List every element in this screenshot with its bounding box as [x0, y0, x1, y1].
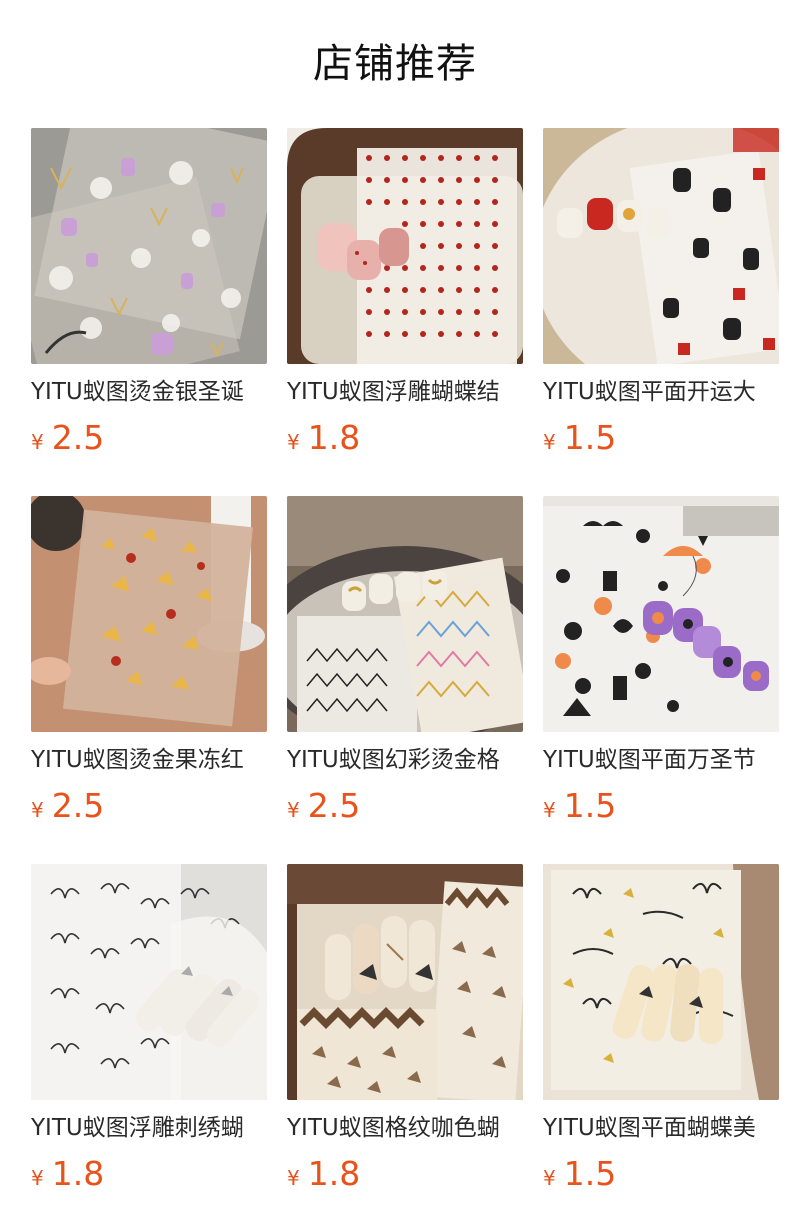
price-value: 2.5 — [307, 786, 361, 825]
product-name[interactable]: YITU蚁图烫金果冻红 — [31, 744, 267, 776]
product-name[interactable]: YITU蚁图浮雕蝴蝶结 — [287, 376, 523, 408]
currency-symbol: ¥ — [287, 1166, 300, 1190]
product-name[interactable]: YITU蚁图烫金银圣诞 — [31, 376, 267, 408]
price-value: 2.5 — [51, 418, 105, 457]
flat-butterfly-sticker-photo[interactable] — [543, 864, 779, 1100]
halloween-sticker-photo[interactable] — [543, 496, 779, 732]
embroidered-butterfly-sticker-photo[interactable] — [31, 864, 267, 1100]
currency-symbol: ¥ — [31, 798, 44, 822]
currency-symbol: ¥ — [31, 1166, 44, 1190]
product-card[interactable]: YITU蚁图烫金果冻红 ¥2.5 — [31, 496, 267, 825]
section-title: 店铺推荐 — [313, 41, 477, 87]
product-price: ¥2.5 — [31, 416, 104, 460]
product-price: ¥1.5 — [543, 1152, 616, 1196]
product-card[interactable]: YITU蚁图浮雕刺绣蝴 ¥1.8 — [31, 864, 267, 1193]
currency-symbol: ¥ — [31, 430, 44, 454]
product-card[interactable]: YITU蚁图平面万圣节 ¥1.5 — [543, 496, 779, 825]
product-price: ¥2.5 — [287, 784, 360, 828]
currency-symbol: ¥ — [543, 430, 556, 454]
currency-symbol: ¥ — [543, 798, 556, 822]
product-name[interactable]: YITU蚁图格纹咖色蝴 — [287, 1112, 523, 1144]
brown-plaid-butterfly-sticker-photo[interactable] — [287, 864, 523, 1100]
product-card[interactable]: YITU蚁图格纹咖色蝴 ¥1.8 — [287, 864, 523, 1193]
product-price: ¥1.5 — [543, 416, 616, 460]
currency-symbol: ¥ — [287, 430, 300, 454]
currency-symbol: ¥ — [287, 798, 300, 822]
price-value: 1.5 — [563, 786, 617, 825]
lucky-cartoon-sticker-photo[interactable] — [543, 128, 779, 364]
price-value: 2.5 — [51, 786, 105, 825]
product-card[interactable]: YITU蚁图浮雕蝴蝶结 ¥1.8 — [287, 128, 523, 457]
iridescent-grid-sticker-photo[interactable] — [287, 496, 523, 732]
product-price: ¥1.8 — [31, 1152, 104, 1196]
product-card[interactable]: YITU蚁图平面开运大 ¥1.5 — [543, 128, 779, 457]
red-bow-sticker-photo[interactable] — [287, 128, 523, 364]
product-price: ¥1.8 — [287, 1152, 360, 1196]
price-value: 1.5 — [563, 418, 617, 457]
christmas-sticker-photo[interactable] — [31, 128, 267, 364]
currency-symbol: ¥ — [543, 1166, 556, 1190]
price-value: 1.8 — [307, 1154, 361, 1193]
price-value: 1.8 — [307, 418, 361, 457]
product-name[interactable]: YITU蚁图平面蝴蝶美 — [543, 1112, 779, 1144]
product-grid: YITU蚁图烫金银圣诞 ¥2.5 YITU蚁图浮雕蝴蝶结 ¥ 1.8 YITU蚁… — [31, 128, 779, 1193]
product-price: ¥1.8 — [287, 416, 360, 460]
product-price: ¥1.5 — [543, 784, 616, 828]
product-name[interactable]: YITU蚁图浮雕刺绣蝴 — [31, 1112, 267, 1144]
product-price: ¥2.5 — [31, 784, 104, 828]
product-name[interactable]: YITU蚁图幻彩烫金格 — [287, 744, 523, 776]
product-name[interactable]: YITU蚁图平面万圣节 — [543, 744, 779, 776]
product-card[interactable]: YITU蚁图烫金银圣诞 ¥2.5 — [31, 128, 267, 457]
product-name[interactable]: YITU蚁图平面开运大 — [543, 376, 779, 408]
price-value: 1.8 — [51, 1154, 105, 1193]
product-card[interactable]: YITU蚁图平面蝴蝶美 ¥1.5 — [543, 864, 779, 1193]
price-value: 1.5 — [563, 1154, 617, 1193]
gold-butterfly-sticker-photo[interactable] — [31, 496, 267, 732]
product-card[interactable]: YITU蚁图幻彩烫金格 ¥2.5 — [287, 496, 523, 825]
